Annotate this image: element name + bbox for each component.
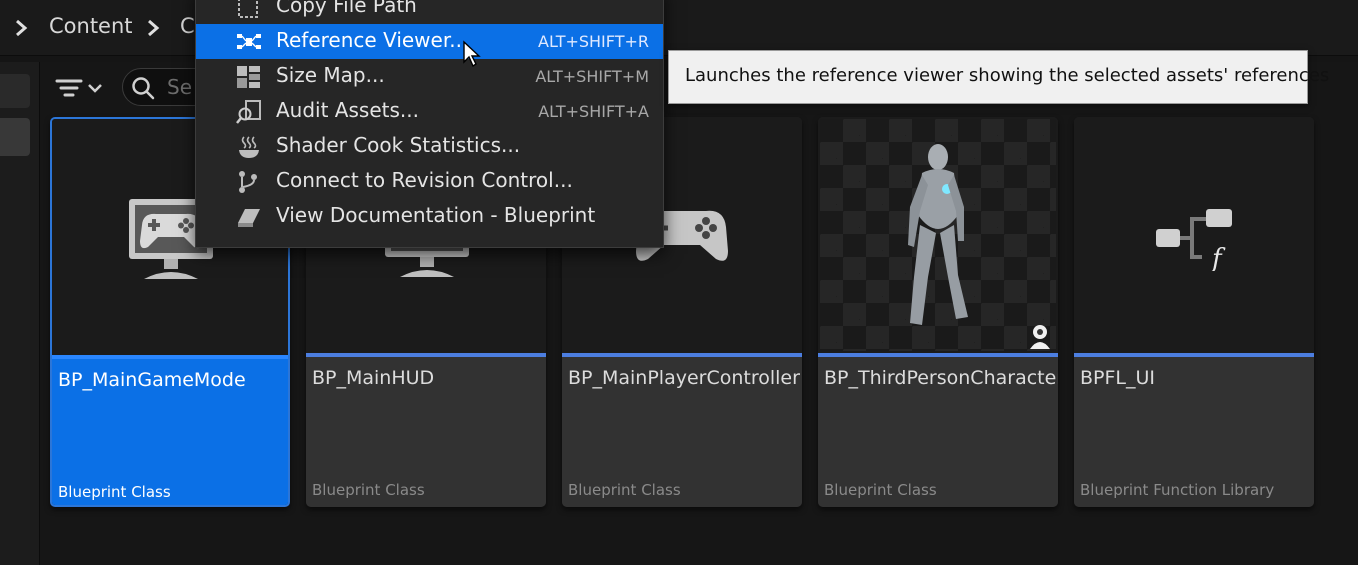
tooltip-text: Launches the reference viewer showing th… <box>685 65 1330 86</box>
asset-thumbnail <box>818 117 1058 353</box>
asset-name: BP_ThirdPersonCharacter <box>824 367 1058 389</box>
menu-item-reference-viewer[interactable]: Reference Viewer... ALT+SHIFT+R <box>196 24 663 59</box>
asset-info: BP_MainGameMode Blueprint Class <box>52 359 288 505</box>
function-library-icon: f <box>1156 209 1232 271</box>
skeletal-mesh-badge-icon <box>1030 325 1050 349</box>
menu-item-label: Reference Viewer... <box>276 28 469 52</box>
search-placeholder: Se <box>167 75 192 99</box>
character-mannequin-icon <box>908 144 968 325</box>
menu-item-size-map[interactable]: Size Map... ALT+SHIFT+M <box>196 59 663 94</box>
asset-type: Blueprint Class <box>312 481 425 499</box>
content-browser: Content C Se BP_MainGameMode Blueprint C… <box>0 0 1358 565</box>
asset-tile[interactable]: f BPFL_UI Blueprint Function Library <box>1074 117 1314 507</box>
menu-item-shortcut: ALT+SHIFT+A <box>538 102 649 121</box>
menu-item-shortcut: ALT+SHIFT+R <box>538 32 649 51</box>
asset-type: Blueprint Class <box>824 481 937 499</box>
copy-path-icon <box>238 0 258 18</box>
menu-item-audit-assets[interactable]: Audit Assets... ALT+SHIFT+A <box>196 94 663 129</box>
search-icon <box>132 77 155 100</box>
menu-item-label: Audit Assets... <box>276 98 419 122</box>
asset-thumbnail: f <box>1074 117 1314 353</box>
asset-name: BPFL_UI <box>1080 367 1156 389</box>
sources-panel <box>0 62 40 565</box>
asset-info: BP_MainPlayerController Blueprint Class <box>562 357 802 507</box>
asset-type: Blueprint Class <box>568 481 681 499</box>
asset-name: BP_MainGameMode <box>58 369 246 391</box>
mouse-cursor-icon <box>463 40 481 68</box>
chevron-right-icon[interactable] <box>144 18 162 38</box>
documentation-icon <box>238 209 260 227</box>
asset-info: BP_ThirdPersonCharacter Blueprint Class <box>818 357 1058 507</box>
menu-item-label: View Documentation - Blueprint <box>276 203 596 227</box>
revision-control-icon <box>239 171 257 193</box>
menu-item-label: Shader Cook Statistics... <box>276 133 521 157</box>
menu-item-label: Connect to Revision Control... <box>276 168 573 192</box>
reference-viewer-icon <box>237 34 261 49</box>
menu-item-connect-revision-control[interactable]: Connect to Revision Control... <box>196 164 663 199</box>
menu-item-shortcut: ALT+SHIFT+M <box>535 67 649 86</box>
asset-name: BP_MainHUD <box>312 367 435 389</box>
audit-icon <box>236 100 261 124</box>
asset-type: Blueprint Class <box>58 483 171 501</box>
menu-item-shader-cook-statistics[interactable]: Shader Cook Statistics... <box>196 129 663 164</box>
sources-tab-selected[interactable] <box>0 118 30 156</box>
menu-item-label: Copy File Path <box>276 0 417 17</box>
menu-item-label: Size Map... <box>276 63 385 87</box>
svg-text:f: f <box>1210 244 1226 271</box>
breadcrumb-item-content[interactable]: Content <box>49 14 133 38</box>
asset-tile[interactable]: BP_ThirdPersonCharacter Blueprint Class <box>818 117 1058 507</box>
size-map-icon <box>237 66 260 88</box>
breadcrumb-item-folder[interactable]: C <box>180 14 195 38</box>
asset-type: Blueprint Function Library <box>1080 481 1275 499</box>
asset-name: BP_MainPlayerController <box>568 367 800 389</box>
chevron-right-icon[interactable] <box>12 18 30 38</box>
sources-tab[interactable] <box>0 74 30 108</box>
asset-info: BPFL_UI Blueprint Function Library <box>1074 357 1314 507</box>
menu-item-view-documentation[interactable]: View Documentation - Blueprint <box>196 199 663 234</box>
shader-stats-icon <box>239 136 259 158</box>
asset-info: BP_MainHUD Blueprint Class <box>306 357 546 507</box>
filter-icon[interactable] <box>52 68 110 108</box>
tooltip: Launches the reference viewer showing th… <box>668 50 1329 104</box>
context-menu: Copy File Path Reference Viewer... ALT+S… <box>195 0 664 248</box>
menu-item-copy-file-path[interactable]: Copy File Path <box>196 0 663 24</box>
